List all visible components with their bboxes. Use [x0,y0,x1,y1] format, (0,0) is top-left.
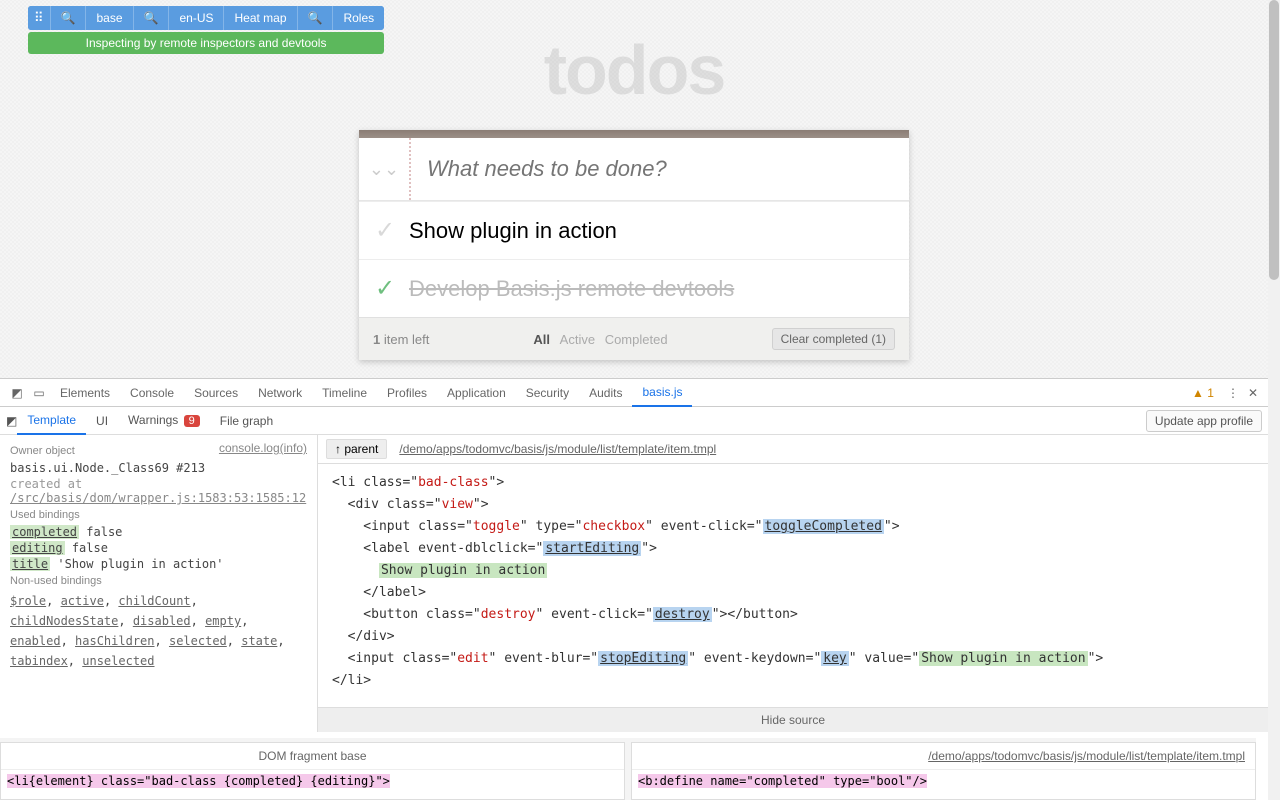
page-scrollbar[interactable] [1268,0,1280,800]
warning-count[interactable]: ▲ 1 [1192,386,1214,400]
tab-sources[interactable]: Sources [184,380,248,406]
binding-name[interactable]: editing [10,541,65,555]
filter-all[interactable]: All [533,332,550,347]
filter-completed[interactable]: Completed [605,332,668,347]
tab-basisjs[interactable]: basis.js [632,379,692,407]
filter-active[interactable]: Active [560,332,595,347]
tab-profiles[interactable]: Profiles [377,380,437,406]
used-bindings-label: Used bindings [10,509,307,521]
console-log-link[interactable]: console.log(info) [219,441,307,455]
todo-item[interactable]: ✓ Show plugin in action [359,201,909,259]
search-icon[interactable]: 🔍 [298,6,334,30]
pick-icon[interactable]: ◩ [6,414,17,428]
drag-handle-icon[interactable]: ⠿ [28,6,51,30]
remote-btn-locale[interactable]: en-US [169,6,224,30]
binding-name[interactable]: completed [10,525,79,539]
todo-text: Develop Basis.js remote devtools [409,276,734,302]
code-line: <li{element} class="bad-class {completed… [7,774,390,788]
device-icon[interactable]: ▭ [28,386,50,400]
app-title: todos [0,30,1268,110]
checkmark-icon[interactable]: ✓ [375,274,409,303]
checkmark-icon[interactable]: ✓ [375,216,409,245]
owner-class: basis.ui.Node._Class69 #213 [10,461,307,475]
remote-btn-heatmap[interactable]: Heat map [224,6,297,30]
inspect-icon[interactable]: ◩ [6,386,28,400]
panel-title-link[interactable]: /demo/apps/todomvc/basis/js/module/list/… [632,743,1255,770]
binding-name[interactable]: title [10,557,50,571]
dom-fragment-panel: DOM fragment base <li{element} class="ba… [0,742,625,800]
tab-network[interactable]: Network [248,380,312,406]
items-left: 1 item left [373,332,429,347]
clear-completed-button[interactable]: Clear completed (1) [772,328,895,350]
tab-console[interactable]: Console [120,380,184,406]
more-icon[interactable]: ⋮ [1222,386,1244,400]
filter-group: All Active Completed [530,332,670,347]
subtab-warnings[interactable]: Warnings 9 [118,407,210,434]
search-icon[interactable]: 🔍 [51,6,87,30]
parent-button[interactable]: ↑ parent [326,439,387,459]
subtab-ui[interactable]: UI [86,408,118,434]
template-source: <li class="bad-class"> <div class="view"… [318,464,1268,707]
search-icon[interactable]: 🔍 [134,6,170,30]
close-icon[interactable]: ✕ [1244,386,1262,400]
code-line: <b:define name="completed" type="bool"/> [638,774,927,788]
created-at-link[interactable]: /src/basis/dom/wrapper.js:1583:53:1585:1… [10,491,306,505]
tab-audits[interactable]: Audits [579,380,632,406]
template-path-link[interactable]: /demo/apps/todomvc/basis/js/module/list/… [399,442,716,456]
unused-bindings-label: Non-used bindings [10,575,307,587]
todo-app: ⌄⌄ ✓ Show plugin in action ✓ Develop Bas… [359,130,909,360]
tab-timeline[interactable]: Timeline [312,380,377,406]
todo-item[interactable]: ✓ Develop Basis.js remote devtools [359,259,909,317]
subtab-template[interactable]: Template [17,407,86,435]
inspector-side-panel: console.log(info) Owner object basis.ui.… [0,435,318,732]
update-profile-button[interactable]: Update app profile [1146,410,1262,432]
panel-title: DOM fragment base [1,743,624,770]
subtab-filegraph[interactable]: File graph [210,408,283,434]
tab-elements[interactable]: Elements [50,380,120,406]
new-todo-input[interactable] [409,138,909,200]
remote-btn-roles[interactable]: Roles [333,6,384,30]
tab-application[interactable]: Application [437,380,516,406]
remote-btn-base[interactable]: base [86,6,133,30]
chevron-down-icon[interactable]: ⌄⌄ [359,159,409,180]
template-file-panel: /demo/apps/todomvc/basis/js/module/list/… [631,742,1256,800]
tab-security[interactable]: Security [516,380,579,406]
unused-bindings-list: $role, active, childCount, childNodesSta… [10,591,307,671]
todo-text: Show plugin in action [409,218,617,244]
devtools-panel: ◩ ▭ Elements Console Sources Network Tim… [0,378,1268,800]
hide-source-button[interactable]: Hide source [318,707,1268,732]
